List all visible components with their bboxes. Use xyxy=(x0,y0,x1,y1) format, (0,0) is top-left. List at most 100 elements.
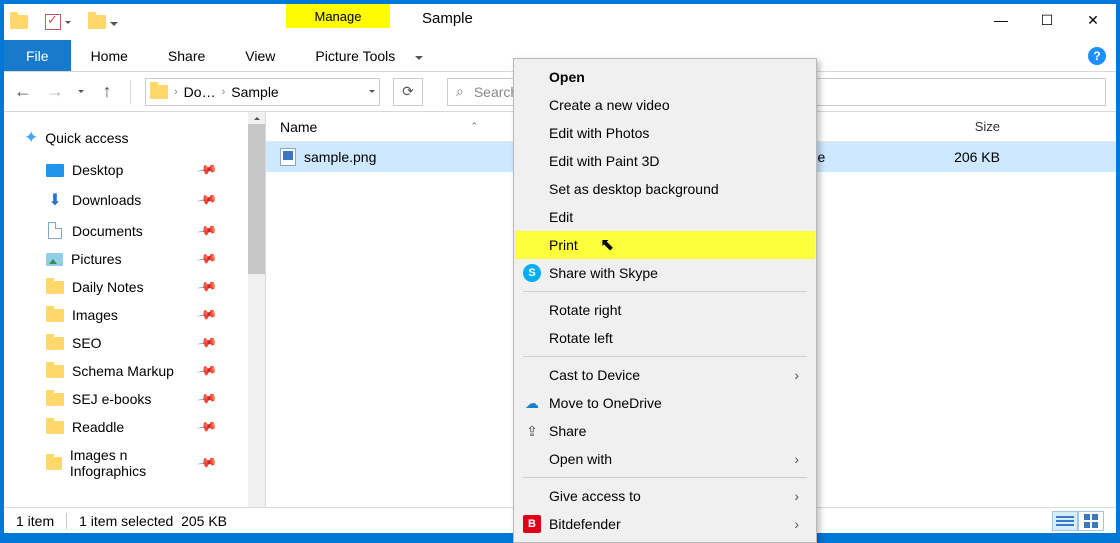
scroll-up-icon[interactable] xyxy=(248,112,265,124)
context-menu-label: Share xyxy=(549,423,586,439)
down-icon: ⬇ xyxy=(46,190,64,210)
help-icon[interactable]: ? xyxy=(1088,47,1106,65)
sidebar-item[interactable]: Images 📌 xyxy=(4,301,265,329)
view-mode-switcher xyxy=(1052,511,1104,531)
sidebar-item-label: Images xyxy=(72,307,118,323)
sidebar-item-label: Downloads xyxy=(72,192,141,208)
sidebar-item[interactable]: Desktop📌 xyxy=(4,156,265,184)
chevron-right-icon[interactable]: › xyxy=(174,86,178,98)
context-menu-label: Set as desktop background xyxy=(549,181,719,197)
context-menu-label: Open xyxy=(549,69,585,85)
pin-icon: 📌 xyxy=(196,189,218,211)
cursor-icon: ⬉ xyxy=(600,235,614,255)
window-title: Sample xyxy=(422,10,473,27)
chevron-right-icon: › xyxy=(794,488,799,504)
sidebar-item[interactable]: Daily Notes📌 xyxy=(4,273,265,301)
context-menu-item[interactable]: Open with› xyxy=(515,445,815,473)
sidebar-item[interactable]: Schema Markup📌 xyxy=(4,357,265,385)
sidebar-item[interactable]: SEO 📌 xyxy=(4,329,265,357)
context-menu-item[interactable]: ⇪Share xyxy=(515,417,815,445)
context-menu-label: Print xyxy=(549,237,578,253)
context-menu-item[interactable]: Set as desktop background xyxy=(515,175,815,203)
sidebar-item-label: Schema Markup xyxy=(72,363,174,379)
context-menu-label: Edit with Photos xyxy=(549,125,649,141)
context-menu-item[interactable]: Edit with Paint 3D xyxy=(515,147,815,175)
sidebar-item[interactable]: Pictures📌 xyxy=(4,245,265,273)
context-menu-item[interactable]: Edit xyxy=(515,203,815,231)
folder-icon xyxy=(46,365,64,378)
manage-tab[interactable]: Manage xyxy=(286,4,390,28)
back-button[interactable]: ← xyxy=(14,81,32,102)
context-menu-label: Give access to xyxy=(549,488,641,504)
context-menu-item[interactable]: Give access to › xyxy=(515,482,815,510)
collapse-ribbon-icon[interactable] xyxy=(415,56,423,60)
chevron-down-icon[interactable] xyxy=(369,90,375,93)
breadcrumb-folder[interactable]: Sample xyxy=(231,84,278,100)
details-view-button[interactable] xyxy=(1052,511,1078,531)
folder-icon xyxy=(150,85,168,99)
chevron-down-icon[interactable] xyxy=(65,21,71,24)
quick-access-label: Quick access xyxy=(45,130,128,146)
context-menu-item[interactable]: SShare with Skype xyxy=(515,259,815,287)
file-tab[interactable]: File xyxy=(4,40,71,71)
sidebar-item[interactable]: SEJ e-books📌 xyxy=(4,385,265,413)
chevron-right-icon[interactable]: › xyxy=(222,86,226,98)
address-bar[interactable]: › Do… › Sample xyxy=(145,78,380,106)
png-file-icon xyxy=(280,148,296,166)
status-item-count: 1 item xyxy=(16,513,54,529)
chevron-down-icon[interactable] xyxy=(110,22,118,26)
doc-icon xyxy=(48,222,62,239)
context-menu-label: Share with Skype xyxy=(549,265,658,281)
column-name[interactable]: Name⌃ xyxy=(266,119,488,135)
context-menu-item[interactable]: Create a new video xyxy=(515,91,815,119)
quick-access-toolbar xyxy=(4,4,137,40)
quick-access-header[interactable]: ✦ Quick access xyxy=(4,124,265,156)
picture-tools-tab[interactable]: Picture Tools xyxy=(295,40,415,71)
context-menu-label: Rotate right xyxy=(549,302,621,318)
chevron-right-icon: › xyxy=(794,451,799,467)
breadcrumb-drive[interactable]: Do… xyxy=(184,84,216,100)
star-icon: ✦ xyxy=(24,128,38,148)
sidebar-item[interactable]: Readdle📌 xyxy=(4,413,265,441)
context-menu-item[interactable]: Cast to Device› xyxy=(515,361,815,389)
context-menu-item[interactable]: Rotate left xyxy=(515,324,815,352)
up-button[interactable]: ↑ xyxy=(98,81,116,102)
properties-icon[interactable] xyxy=(45,14,61,30)
thumbnails-view-button[interactable] xyxy=(1078,511,1104,531)
maximize-button[interactable]: ☐ xyxy=(1024,4,1070,36)
pin-icon: 📌 xyxy=(196,332,218,354)
cloud-icon: ☁ xyxy=(523,394,541,412)
context-menu-item[interactable]: Rotate right xyxy=(515,296,815,324)
recent-locations-icon[interactable] xyxy=(78,90,84,93)
sidebar-item-label: SEO xyxy=(72,335,102,351)
context-menu-item[interactable]: Edit with Photos xyxy=(515,119,815,147)
sidebar-item-label: SEJ e-books xyxy=(72,391,151,407)
status-size: 205 KB xyxy=(181,513,227,529)
view-tab[interactable]: View xyxy=(225,40,295,71)
share-tab[interactable]: Share xyxy=(148,40,225,71)
close-button[interactable]: ✕ xyxy=(1070,4,1116,36)
context-menu-label: Move to OneDrive xyxy=(549,395,662,411)
sidebar-item-label: Readdle xyxy=(72,419,124,435)
context-menu-label: Create a new video xyxy=(549,97,670,113)
sidebar-item[interactable]: Documents📌 xyxy=(4,216,265,245)
minimize-button[interactable]: — xyxy=(978,4,1024,36)
context-menu-label: Edit xyxy=(549,209,573,225)
folder-icon xyxy=(46,457,62,470)
pin-icon: 📌 xyxy=(196,452,218,474)
desktop-icon xyxy=(46,164,64,177)
pin-icon: 📌 xyxy=(196,159,218,181)
scrollbar-thumb[interactable] xyxy=(248,124,265,274)
forward-button[interactable]: → xyxy=(46,81,64,102)
sidebar-item[interactable]: Images n Infographics📌 xyxy=(4,441,265,485)
folder-icon xyxy=(46,337,64,350)
column-size[interactable]: Size xyxy=(918,119,1028,134)
context-menu-item[interactable]: Print xyxy=(515,231,815,259)
home-tab[interactable]: Home xyxy=(71,40,148,71)
context-menu-item[interactable]: ☁ Move to OneDrive xyxy=(515,389,815,417)
context-menu-item[interactable]: BBitdefender› xyxy=(515,510,815,538)
context-menu-item[interactable]: Open xyxy=(515,63,815,91)
refresh-button[interactable]: ⟳ xyxy=(393,78,423,106)
pin-icon: 📌 xyxy=(196,304,218,326)
sidebar-item[interactable]: ⬇ Downloads 📌 xyxy=(4,184,265,216)
